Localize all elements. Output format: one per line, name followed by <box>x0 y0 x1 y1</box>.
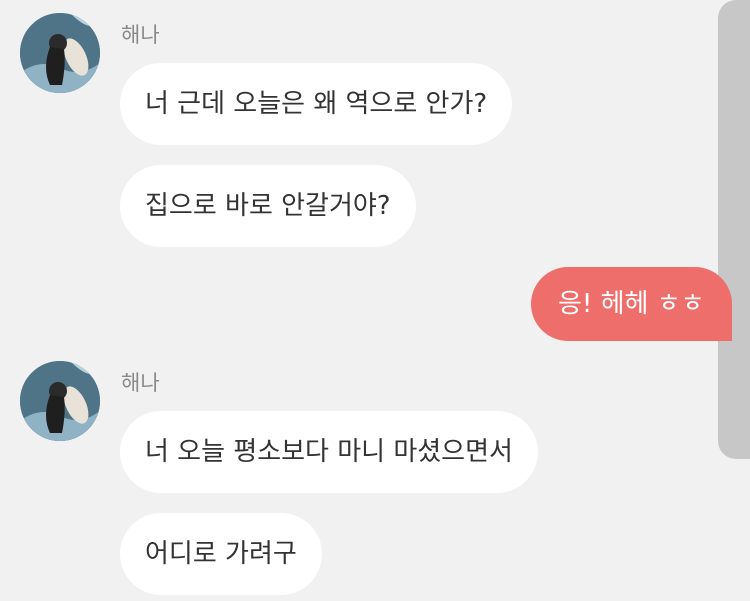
my-message-bubble[interactable]: 응! 헤헤 ㅎㅎ <box>531 267 732 341</box>
message-bubble[interactable]: 집으로 바로 안갈거야? <box>120 165 416 247</box>
sender-name: 해나 <box>121 371 160 395</box>
scrollbar[interactable] <box>718 0 750 459</box>
avatar-photo-icon <box>20 361 100 441</box>
avatar-photo-icon <box>20 13 100 93</box>
avatar[interactable] <box>20 361 100 441</box>
avatar[interactable] <box>20 13 100 93</box>
message-bubble[interactable]: 어디로 가려구 <box>120 513 322 595</box>
message-bubble[interactable]: 너 오늘 평소보다 마니 마셨으면서 <box>120 411 538 493</box>
message-bubble[interactable]: 너 근데 오늘은 왜 역으로 안가? <box>120 63 513 145</box>
sender-name: 해나 <box>121 23 160 47</box>
